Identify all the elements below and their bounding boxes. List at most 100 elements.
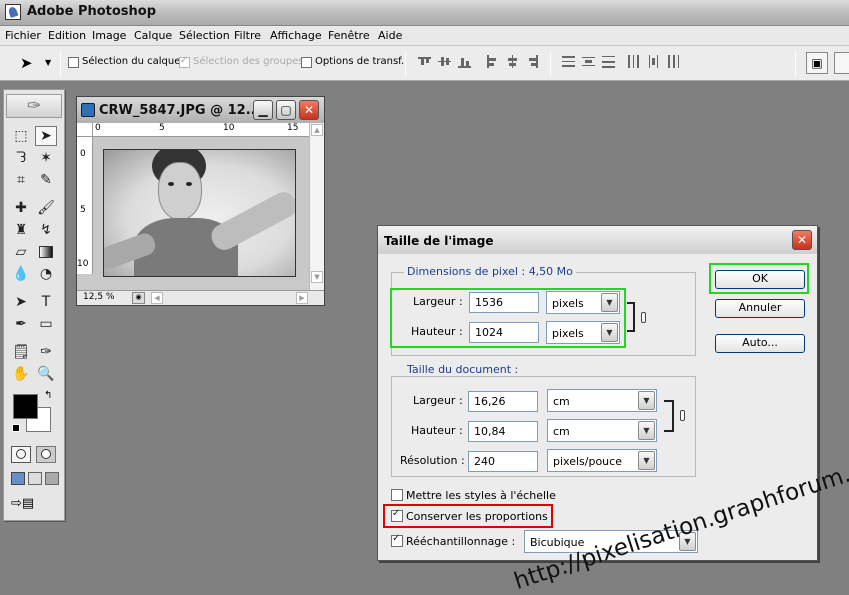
standard-mode-icon[interactable] bbox=[11, 446, 31, 463]
distribute-top-icon[interactable] bbox=[562, 55, 575, 68]
jump-to-imageready-icon[interactable]: ⇨▤ bbox=[11, 496, 55, 514]
resolution-field[interactable]: 240 bbox=[468, 451, 538, 472]
brush-tool-icon[interactable]: 🖌 bbox=[35, 198, 57, 218]
px-height-unit-select[interactable]: pixels ▼ bbox=[546, 321, 620, 344]
palette-well-icon-2[interactable] bbox=[834, 52, 849, 74]
constrain-proportions-checkbox[interactable] bbox=[391, 508, 403, 522]
shape-tool-icon[interactable]: ▭ bbox=[35, 314, 57, 334]
dialog-close-button[interactable]: ✕ bbox=[792, 230, 812, 250]
pen-tool-icon[interactable]: ✒ bbox=[10, 314, 32, 334]
tool-preset-dropdown-icon[interactable]: ▼ bbox=[45, 58, 51, 67]
default-colors-icon[interactable] bbox=[12, 424, 20, 432]
chevron-down-icon[interactable]: ▼ bbox=[638, 451, 655, 470]
chevron-down-icon[interactable]: ▼ bbox=[601, 323, 618, 342]
menu-edition[interactable]: Edition bbox=[48, 29, 86, 42]
align-bottom-icon[interactable] bbox=[458, 55, 471, 68]
resample-checkbox[interactable] bbox=[391, 533, 403, 547]
palette-well-icon[interactable]: ▣ bbox=[806, 52, 828, 74]
swap-colors-icon[interactable]: ↰ bbox=[44, 390, 52, 401]
history-brush-icon[interactable]: ↯ bbox=[35, 220, 57, 240]
menu-calque[interactable]: Calque bbox=[134, 29, 172, 42]
scroll-right-icon[interactable]: ▶ bbox=[296, 292, 308, 304]
doc-link-bracket bbox=[664, 400, 674, 432]
type-tool-icon[interactable]: T bbox=[35, 292, 57, 312]
resolution-unit-select[interactable]: pixels/pouce ▼ bbox=[547, 449, 657, 472]
doc-height-unit-select[interactable]: cm ▼ bbox=[547, 419, 657, 442]
slice-tool-icon[interactable]: ✎ bbox=[35, 170, 57, 190]
crop-tool-icon[interactable]: ⌗ bbox=[10, 170, 32, 190]
healing-brush-icon[interactable]: ✚ bbox=[10, 198, 32, 218]
align-horizontal-center-icon[interactable] bbox=[506, 55, 519, 68]
menu-affichage[interactable]: Affichage bbox=[270, 29, 322, 42]
align-vertical-center-icon[interactable] bbox=[438, 55, 451, 68]
menu-selection[interactable]: Sélection bbox=[179, 29, 230, 42]
maximize-button[interactable]: ▢ bbox=[276, 100, 296, 120]
ok-button[interactable]: OK bbox=[715, 270, 805, 289]
lasso-tool-icon[interactable]: ᘊ bbox=[10, 148, 32, 168]
eraser-tool-icon[interactable]: ▱ bbox=[10, 242, 32, 262]
doc-height-field[interactable]: 10,84 bbox=[468, 421, 538, 442]
zoom-level[interactable]: 12,5 % bbox=[83, 292, 114, 302]
pixel-dimensions-label: Dimensions de pixel : bbox=[407, 265, 529, 278]
canvas-area[interactable] bbox=[93, 137, 309, 277]
gradient-tool-icon[interactable] bbox=[35, 242, 57, 262]
hand-tool-icon[interactable]: ✋ bbox=[10, 364, 32, 384]
align-right-icon[interactable] bbox=[526, 55, 539, 68]
distribute-left-icon[interactable] bbox=[627, 55, 640, 68]
blur-tool-icon[interactable]: 💧 bbox=[10, 264, 32, 284]
eyedropper-icon[interactable]: ✑ bbox=[35, 342, 57, 362]
scroll-down-icon[interactable]: ▼ bbox=[311, 271, 323, 283]
menu-fenetre[interactable]: Fenêtre bbox=[328, 29, 370, 42]
separator bbox=[405, 52, 406, 76]
chevron-down-icon[interactable]: ▼ bbox=[638, 421, 655, 440]
auto-button[interactable]: Auto... bbox=[715, 334, 805, 353]
quick-mask-icon[interactable] bbox=[36, 446, 56, 463]
marquee-tool-icon[interactable]: ⬚ bbox=[10, 126, 32, 146]
menu-filtre[interactable]: Filtre bbox=[234, 29, 261, 42]
auto-select-layer-checkbox[interactable] bbox=[68, 57, 79, 68]
auto-select-groups-checkbox bbox=[179, 55, 190, 68]
distribute-horizontal-center-icon[interactable] bbox=[647, 55, 660, 68]
px-width-field[interactable]: 1536 bbox=[469, 292, 539, 313]
zoom-tool-icon[interactable]: 🔍 bbox=[35, 364, 57, 384]
align-top-icon[interactable] bbox=[418, 55, 431, 68]
doc-width-unit-select[interactable]: cm ▼ bbox=[547, 389, 657, 412]
path-selection-icon[interactable]: ➤ bbox=[10, 292, 32, 312]
distribute-right-icon[interactable] bbox=[667, 55, 680, 68]
move-tool-icon[interactable]: ➤ bbox=[20, 54, 33, 72]
clone-stamp-icon[interactable]: ♜ bbox=[10, 220, 32, 240]
distribute-bottom-icon[interactable] bbox=[602, 55, 615, 68]
screen-mode-menu-icon[interactable] bbox=[28, 472, 42, 485]
document-title-bar[interactable]: CRW_5847.JPG @ 12... ▁ ▢ ✕ bbox=[77, 97, 324, 123]
document-image[interactable] bbox=[103, 149, 296, 277]
photoshop-feather-icon[interactable]: ✑ bbox=[6, 94, 62, 118]
chevron-down-icon[interactable]: ▼ bbox=[601, 293, 618, 312]
doc-width-field[interactable]: 16,26 bbox=[468, 391, 538, 412]
px-width-label: Largeur : bbox=[413, 295, 463, 308]
transform-options-checkbox[interactable] bbox=[301, 57, 312, 68]
magic-wand-icon[interactable]: ✶ bbox=[35, 148, 57, 168]
chevron-down-icon[interactable]: ▼ bbox=[638, 391, 655, 410]
close-button[interactable]: ✕ bbox=[299, 100, 319, 120]
screen-mode-standard-icon[interactable] bbox=[11, 472, 25, 485]
menu-fichier[interactable]: Fichier bbox=[5, 29, 41, 42]
notes-tool-icon[interactable]: 🗒 bbox=[10, 342, 32, 362]
dodge-tool-icon[interactable]: ◔ bbox=[35, 264, 57, 284]
px-height-field[interactable]: 1024 bbox=[469, 322, 539, 343]
dialog-title-bar[interactable]: Taille de l'image ✕ bbox=[378, 226, 817, 254]
menu-image[interactable]: Image bbox=[92, 29, 126, 42]
scroll-up-icon[interactable]: ▲ bbox=[311, 124, 323, 136]
scroll-left-icon[interactable]: ◀ bbox=[151, 292, 163, 304]
screen-mode-full-icon[interactable] bbox=[45, 472, 59, 485]
cancel-button[interactable]: Annuler bbox=[715, 299, 805, 318]
status-menu-icon[interactable]: ◉ bbox=[132, 292, 145, 304]
align-left-icon[interactable] bbox=[486, 55, 499, 68]
distribute-vertical-center-icon[interactable] bbox=[582, 55, 595, 68]
px-width-unit-select[interactable]: pixels ▼ bbox=[546, 291, 620, 314]
menu-aide[interactable]: Aide bbox=[378, 29, 402, 42]
vertical-scrollbar[interactable]: ▲ ▼ bbox=[309, 123, 324, 291]
move-tool-icon[interactable]: ➤ bbox=[35, 126, 57, 146]
minimize-button[interactable]: ▁ bbox=[253, 100, 273, 120]
scale-styles-checkbox[interactable] bbox=[391, 489, 403, 501]
foreground-color-swatch-top[interactable] bbox=[13, 394, 38, 419]
